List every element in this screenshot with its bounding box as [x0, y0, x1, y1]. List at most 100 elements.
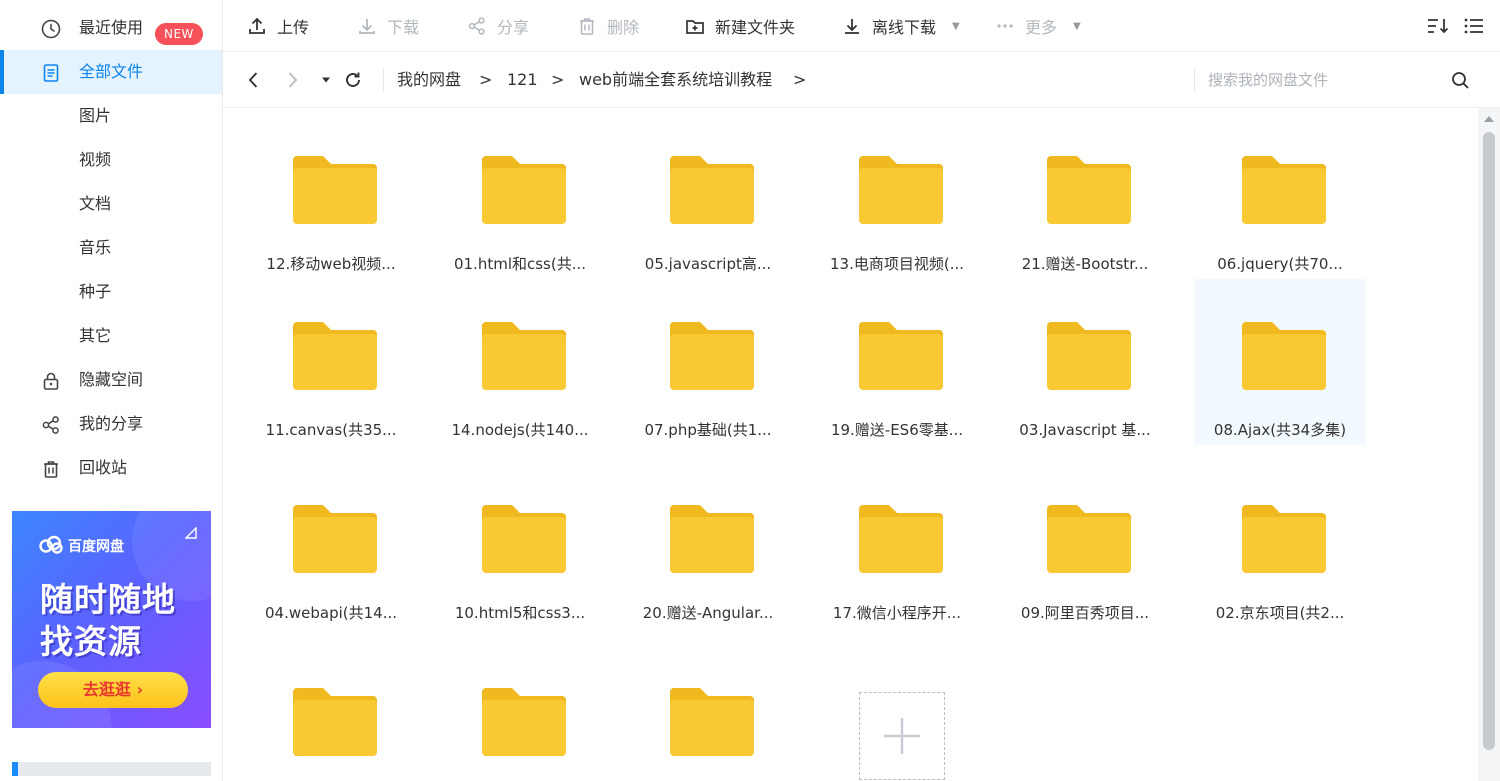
more-button[interactable]: 更多 ▼ — [995, 0, 1081, 52]
list-view-icon[interactable] — [1463, 16, 1485, 36]
folder-tile[interactable]: 08.Ajax(共34多集) — [1194, 279, 1366, 445]
delete-button[interactable]: 删除 — [577, 0, 639, 52]
folder-icon — [1047, 156, 1131, 224]
folder-icon — [1047, 505, 1131, 573]
add-folder-tile[interactable] — [859, 692, 945, 780]
sidebar-item-all-files[interactable]: 全部文件 — [0, 50, 222, 94]
folder-tile[interactable]: 06.jquery(共70... — [1194, 113, 1366, 279]
folder-tile[interactable]: 07.php基础(共1... — [622, 279, 794, 445]
sidebar-item-label: 我的分享 — [79, 414, 144, 433]
folder-tile[interactable]: 09.阿里百秀项目... — [999, 462, 1171, 628]
forward-button[interactable] — [283, 70, 303, 90]
clock-icon — [41, 19, 61, 39]
upload-button[interactable]: 上传 — [247, 0, 309, 52]
folder-name: 04.webapi(共14... — [265, 604, 397, 622]
sidebar-item-label: 最近使用 — [79, 18, 144, 37]
search-input[interactable] — [1208, 66, 1428, 94]
folder-name: 20.赠送-Angular... — [642, 604, 774, 622]
sidebar-item-docs[interactable]: 文档 — [0, 182, 222, 226]
sidebar-item-music[interactable]: 音乐 — [0, 226, 222, 270]
folder-tile[interactable]: 01.html和css(共... — [434, 113, 606, 279]
folder-icon — [1047, 322, 1131, 390]
download-icon — [845, 19, 859, 34]
folder-tile[interactable]: 05.javascript高... — [622, 113, 794, 279]
folder-name: 14.nodejs(共140... — [451, 421, 589, 439]
folder-icon — [293, 156, 377, 224]
breadcrumb-current[interactable]: web前端全套系统培训教程 — [579, 70, 772, 90]
sort-icon[interactable] — [1426, 16, 1450, 36]
folder-tile[interactable]: 19.赠送-ES6零基... — [811, 279, 983, 445]
folder-name: 13.电商项目视频(... — [829, 255, 964, 273]
folder-name: 03.Javascript 基... — [1019, 421, 1151, 439]
sidebar-item-my-share[interactable]: 我的分享 — [0, 402, 222, 446]
breadcrumb-item[interactable]: 我的网盘 — [397, 70, 461, 90]
folder-tile[interactable]: 04.webapi(共14... — [245, 462, 417, 628]
upload-label: 上传 — [277, 18, 310, 37]
folder-tile[interactable]: 14.nodejs(共140... — [434, 279, 606, 445]
folder-name: 10.html5和css3... — [454, 604, 586, 622]
offline-download-button[interactable]: 离线下载 ▼ — [842, 0, 960, 52]
folder-name: 05.javascript高... — [644, 255, 772, 273]
folder-icon — [670, 156, 754, 224]
folder-tile[interactable]: 02.京东项目(共2... — [1194, 462, 1366, 628]
download-button[interactable]: 下载 — [357, 0, 419, 52]
divider — [1194, 68, 1195, 92]
breadcrumb-item[interactable]: 121 — [507, 70, 538, 90]
refresh-button[interactable] — [343, 70, 363, 90]
sidebar-item-hidden-space[interactable]: 隐藏空间 — [0, 358, 222, 402]
sidebar-item-recent[interactable]: 最近使用 NEW — [0, 6, 222, 50]
ad-cta-button[interactable]: 去逛逛 › — [38, 672, 188, 708]
folder-tile[interactable]: 10.html5和css3... — [434, 462, 606, 628]
delete-label: 删除 — [607, 18, 640, 37]
new-folder-button[interactable]: 新建文件夹 — [685, 0, 795, 52]
sidebar-item-label: 文档 — [79, 194, 112, 213]
file-grid: 12.移动web视频... 01.html和css(共... 05.javascri… — [223, 108, 1478, 781]
back-button[interactable] — [243, 70, 263, 90]
folder-tile[interactable]: 03.Javascript 基... — [999, 279, 1171, 445]
chevron-right-icon — [288, 72, 298, 88]
folder-icon — [859, 322, 943, 390]
promo-banner[interactable]: 百度网盘 随时随地 找资源 去逛逛 › — [12, 511, 211, 728]
folder-name: 19.赠送-ES6零基... — [830, 421, 964, 439]
ad-subheadline: 找资源 — [40, 622, 142, 661]
ad-corner-icon[interactable] — [185, 527, 197, 539]
folder-tile[interactable] — [245, 645, 417, 781]
share-button[interactable]: 分享 — [467, 0, 529, 52]
folder-tile[interactable]: 13.电商项目视频(... — [811, 113, 983, 279]
folder-icon — [1242, 505, 1326, 573]
scrollbar-thumb[interactable] — [1483, 132, 1495, 750]
folder-tile[interactable]: 11.canvas(共35... — [245, 279, 417, 445]
document-icon — [43, 64, 59, 82]
folder-name: 08.Ajax(共34多集) — [1213, 421, 1347, 439]
folder-tile[interactable]: 20.赠送-Angular... — [622, 462, 794, 628]
scrollbar[interactable] — [1478, 108, 1500, 781]
folder-tile[interactable] — [434, 645, 606, 781]
refresh-icon — [346, 72, 360, 87]
breadcrumb-separator: > — [793, 70, 807, 89]
folder-tile[interactable]: 17.微信小程序开... — [811, 462, 983, 628]
folder-tile[interactable]: 21.赠送-Bootstr... — [999, 113, 1171, 279]
caret-down-icon[interactable]: ▼ — [1073, 21, 1081, 32]
folder-icon — [859, 505, 943, 573]
search-icon[interactable] — [1451, 71, 1470, 90]
sidebar-item-label: 种子 — [79, 282, 112, 301]
sidebar-item-label: 回收站 — [79, 458, 128, 477]
folder-plus-icon — [686, 20, 704, 34]
folder-icon — [670, 322, 754, 390]
scroll-up-icon[interactable] — [1484, 116, 1494, 122]
sidebar-item-images[interactable]: 图片 — [0, 94, 222, 138]
caret-down-icon[interactable]: ▼ — [952, 21, 960, 32]
history-dropdown[interactable] — [316, 70, 336, 90]
sidebar-item-label: 其它 — [79, 326, 112, 345]
sidebar-item-videos[interactable]: 视频 — [0, 138, 222, 182]
sidebar-item-label: 图片 — [79, 106, 112, 125]
sidebar-item-other[interactable]: 其它 — [0, 314, 222, 358]
divider — [383, 68, 384, 92]
trash-icon — [44, 461, 58, 478]
folder-name: 01.html和css(共... — [453, 255, 587, 273]
folder-name: 12.移动web视频... — [266, 255, 396, 273]
sidebar-item-torrents[interactable]: 种子 — [0, 270, 222, 314]
folder-tile[interactable] — [622, 645, 794, 781]
sidebar-item-recycle-bin[interactable]: 回收站 — [0, 446, 222, 490]
folder-tile[interactable]: 12.移动web视频... — [245, 113, 417, 279]
